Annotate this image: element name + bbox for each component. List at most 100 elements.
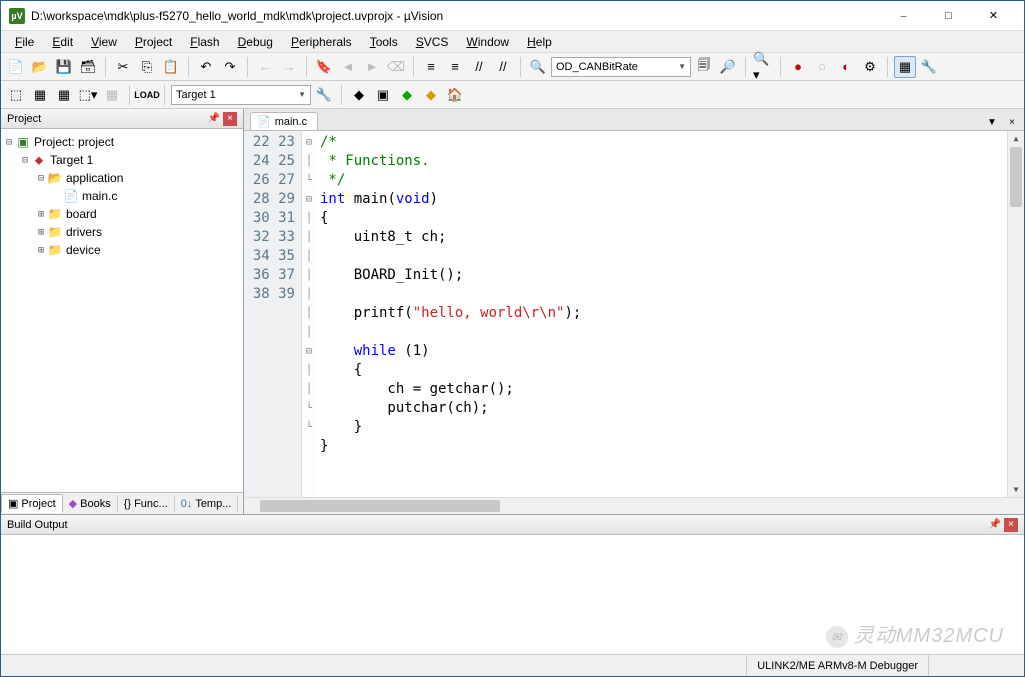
- menu-project[interactable]: Project: [127, 33, 180, 51]
- menu-edit[interactable]: Edit: [44, 33, 81, 51]
- code-editor[interactable]: 22 23 24 25 26 27 28 29 30 31 32 33 34 3…: [244, 131, 1024, 497]
- minimize-button[interactable]: –: [881, 2, 926, 30]
- manage-project-icon[interactable]: ◆: [348, 84, 370, 106]
- menu-view[interactable]: View: [83, 33, 125, 51]
- menu-file[interactable]: File: [7, 33, 42, 51]
- stop-build-icon[interactable]: ▦: [101, 84, 123, 106]
- fold-column[interactable]: ⊟ │ └ ⊟ │ │ │ │ │ │ │ ⊟ │ │ └ └: [302, 131, 316, 497]
- dropdown-icon[interactable]: ▼: [984, 114, 1000, 130]
- target-select[interactable]: Target 1 ▼: [171, 85, 311, 105]
- tree-folder-application[interactable]: ⊟📂application: [3, 169, 241, 187]
- close-panel-icon[interactable]: ×: [223, 112, 237, 126]
- tab-books[interactable]: ◆Books: [63, 495, 118, 512]
- separator: [164, 85, 165, 105]
- breakpoint-enable-icon[interactable]: ○: [811, 56, 833, 78]
- build-icon[interactable]: ▦: [29, 84, 51, 106]
- build-output-body[interactable]: ✉灵动MM32MCU: [1, 535, 1024, 654]
- comment-icon[interactable]: //: [468, 56, 490, 78]
- manage-components-icon[interactable]: ▣: [372, 84, 394, 106]
- status-cell: [928, 655, 1018, 676]
- scroll-down-icon[interactable]: ▼: [1008, 482, 1024, 497]
- debug-icon[interactable]: 🔍▾: [752, 56, 774, 78]
- manage-rtx-icon[interactable]: ◆: [396, 84, 418, 106]
- project-tree[interactable]: ⊟▣Project: project ⊟⬥Target 1 ⊟📂applicat…: [1, 129, 243, 492]
- tree-target[interactable]: ⊟⬥Target 1: [3, 151, 241, 169]
- new-file-icon[interactable]: 📄: [5, 56, 27, 78]
- editor-tab-main[interactable]: 📄 main.c: [250, 112, 318, 130]
- separator: [341, 85, 342, 105]
- scroll-up-icon[interactable]: ▲: [1008, 131, 1024, 146]
- maximize-button[interactable]: □: [926, 2, 971, 30]
- paste-icon[interactable]: 📋: [160, 56, 182, 78]
- nav-back-icon[interactable]: ←: [254, 56, 276, 78]
- separator: [520, 57, 521, 77]
- find-combo-value: OD_CANBitRate: [556, 61, 638, 73]
- pack-installer-icon[interactable]: ◆: [420, 84, 442, 106]
- code-content[interactable]: /* * Functions. */ int main(void) { uint…: [316, 131, 1007, 497]
- bookmark-clear-icon[interactable]: ⌫: [385, 56, 407, 78]
- cut-icon[interactable]: ✂: [112, 56, 134, 78]
- bookmark-prev-icon[interactable]: ◄: [337, 56, 359, 78]
- menu-debug[interactable]: Debug: [230, 33, 281, 51]
- menu-window[interactable]: Window: [458, 33, 517, 51]
- tree-folder-drivers[interactable]: ⊞📁drivers: [3, 223, 241, 241]
- menu-tools[interactable]: Tools: [362, 33, 406, 51]
- tree-root[interactable]: ⊟▣Project: project: [3, 133, 241, 151]
- close-editor-icon[interactable]: ×: [1004, 114, 1020, 130]
- vertical-scrollbar[interactable]: ▲ ▼: [1007, 131, 1024, 497]
- incremental-find-icon[interactable]: 🔎: [717, 56, 739, 78]
- nav-forward-icon[interactable]: →: [278, 56, 300, 78]
- pin-icon[interactable]: 📌: [207, 112, 221, 126]
- breakpoint-disable-icon[interactable]: ◐: [835, 56, 857, 78]
- find-in-files-icon[interactable]: 🗐: [693, 56, 715, 78]
- tab-templates[interactable]: 0↓Temp...: [175, 496, 239, 512]
- editor-tabs: 📄 main.c ▼ ×: [244, 109, 1024, 131]
- save-icon[interactable]: 💾: [53, 56, 75, 78]
- line-number-gutter: 22 23 24 25 26 27 28 29 30 31 32 33 34 3…: [244, 131, 302, 497]
- menu-flash[interactable]: Flash: [182, 33, 227, 51]
- copy-icon[interactable]: ⎘: [136, 56, 158, 78]
- bookmark-next-icon[interactable]: ►: [361, 56, 383, 78]
- app-icon: µV: [9, 8, 25, 24]
- tab-project[interactable]: ▣Project: [1, 494, 63, 513]
- titlebar: µV D:\workspace\mdk\plus-f5270_hello_wor…: [1, 1, 1024, 31]
- target-select-value: Target 1: [176, 89, 216, 101]
- close-button[interactable]: ✕: [971, 2, 1016, 30]
- target-options-icon[interactable]: 🔧: [313, 84, 335, 106]
- project-panel-header: Project 📌 ×: [1, 109, 243, 129]
- close-panel-icon[interactable]: ×: [1004, 518, 1018, 532]
- find-icon[interactable]: 🔍: [527, 56, 549, 78]
- window-layout-icon[interactable]: ▦: [894, 56, 916, 78]
- menu-svcs[interactable]: SVCS: [408, 33, 457, 51]
- translate-icon[interactable]: ⬚: [5, 84, 27, 106]
- menu-peripherals[interactable]: Peripherals: [283, 33, 360, 51]
- rebuild-icon[interactable]: ▦: [53, 84, 75, 106]
- outdent-icon[interactable]: ≡: [444, 56, 466, 78]
- redo-icon[interactable]: ↷: [219, 56, 241, 78]
- build-toolbar: ⬚ ▦ ▦ ⬚▾ ▦ LOAD Target 1 ▼ 🔧 ◆ ▣ ◆ ◆ 🏠: [1, 81, 1024, 109]
- configure-icon[interactable]: 🔧: [918, 56, 940, 78]
- download-icon[interactable]: LOAD: [136, 84, 158, 106]
- tree-file-main[interactable]: 📄main.c: [3, 187, 241, 205]
- books-icon[interactable]: 🏠: [444, 84, 466, 106]
- find-combo[interactable]: OD_CANBitRate ▼: [551, 57, 691, 77]
- undo-icon[interactable]: ↶: [195, 56, 217, 78]
- bookmark-icon[interactable]: 🔖: [313, 56, 335, 78]
- breakpoint-kill-icon[interactable]: ⚙: [859, 56, 881, 78]
- pin-icon[interactable]: 📌: [988, 518, 1002, 532]
- tree-folder-device[interactable]: ⊞📁device: [3, 241, 241, 259]
- save-all-icon[interactable]: 🗃: [77, 56, 99, 78]
- project-panel: Project 📌 × ⊟▣Project: project ⊟⬥Target …: [1, 109, 244, 514]
- tree-folder-board[interactable]: ⊞📁board: [3, 205, 241, 223]
- batch-build-icon[interactable]: ⬚▾: [77, 84, 99, 106]
- indent-icon[interactable]: ≡: [420, 56, 442, 78]
- breakpoint-insert-icon[interactable]: ●: [787, 56, 809, 78]
- scrollbar-thumb[interactable]: [1010, 147, 1022, 207]
- open-file-icon[interactable]: 📂: [29, 56, 51, 78]
- menu-help[interactable]: Help: [519, 33, 560, 51]
- horizontal-scrollbar[interactable]: [244, 497, 1024, 514]
- tab-functions[interactable]: {}Func...: [118, 496, 175, 512]
- debugger-status: ULINK2/ME ARMv8-M Debugger: [746, 655, 928, 676]
- uncomment-icon[interactable]: //: [492, 56, 514, 78]
- scrollbar-thumb[interactable]: [260, 500, 500, 512]
